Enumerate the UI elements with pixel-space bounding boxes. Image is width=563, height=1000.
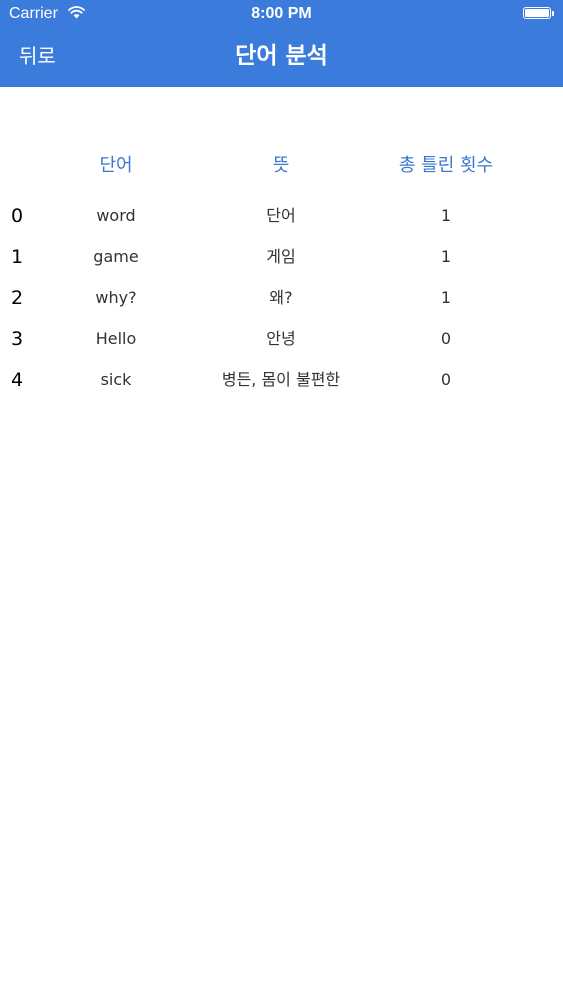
battery-fill [525, 9, 549, 17]
table-row[interactable]: 2 why? 왜? 1 [0, 278, 563, 319]
table-row[interactable]: 4 sick 병든, 몸이 불편한 0 [0, 360, 563, 401]
header-word: 단어 [99, 155, 133, 176]
row-index: 0 [10, 205, 24, 227]
row-wrong-count: 1 [440, 206, 452, 225]
row-meaning: 단어 [266, 206, 296, 225]
row-wrong-count: 1 [440, 247, 452, 266]
row-meaning: 왜? [269, 288, 293, 307]
row-index: 2 [10, 287, 24, 309]
table-row[interactable]: 0 word 단어 1 [0, 196, 563, 237]
row-wrong-count: 0 [440, 329, 452, 348]
navigation-bar: Carrier 8:00 PM 뒤로 단어 분석 [0, 0, 563, 87]
word-analysis-table: 단어 뜻 총 틀린 횟수 0 word 단어 1 1 game 게임 1 2 w… [0, 146, 563, 401]
row-meaning: 게임 [266, 247, 296, 266]
row-word: word [96, 206, 136, 225]
table-header: 단어 뜻 총 틀린 횟수 [0, 146, 563, 196]
row-meaning: 안녕 [266, 329, 296, 348]
status-bar: Carrier 8:00 PM [0, 0, 563, 28]
page-title: 단어 분석 [235, 43, 328, 69]
row-word: sick [100, 370, 132, 389]
row-index: 3 [10, 328, 24, 350]
battery-icon [523, 7, 551, 19]
row-meaning: 병든, 몸이 불편한 [221, 370, 341, 389]
row-word: why? [95, 288, 137, 307]
table-row[interactable]: 1 game 게임 1 [0, 237, 563, 278]
row-index: 4 [10, 369, 24, 391]
row-word: game [93, 247, 139, 266]
row-index: 1 [10, 246, 24, 268]
row-wrong-count: 1 [440, 288, 452, 307]
table-row[interactable]: 3 Hello 안녕 0 [0, 319, 563, 360]
battery-cap [552, 11, 554, 16]
row-word: Hello [95, 329, 137, 348]
header-wrong-count: 총 틀린 횟수 [398, 155, 494, 176]
header-meaning: 뜻 [272, 155, 290, 176]
status-time: 8:00 PM [251, 5, 312, 22]
row-wrong-count: 0 [440, 370, 452, 389]
